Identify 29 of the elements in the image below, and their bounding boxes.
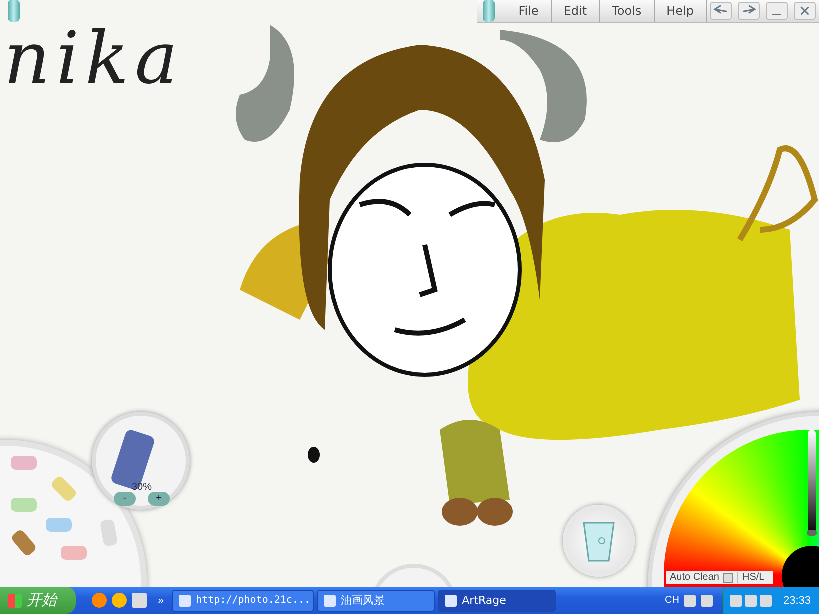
handwritten-text: nika (4, 22, 184, 94)
paper-canvas[interactable]: nika File Edit Tools Help 30% - + Auto Clean HS/L (0, 0, 819, 587)
brush-size-value: 30% (132, 482, 152, 493)
language-indicator[interactable]: CH (665, 595, 680, 606)
more-button[interactable]: » (158, 594, 164, 606)
pin-tab[interactable] (482, 0, 495, 22)
paint-dot (308, 447, 320, 463)
taskbar-button[interactable]: ArtRage (438, 590, 556, 612)
auto-clean-checkbox[interactable] (723, 572, 734, 582)
water-panel[interactable] (563, 505, 635, 577)
close-icon[interactable] (794, 2, 816, 20)
taskbar-button[interactable]: 油画风景 (317, 590, 436, 612)
menu-item[interactable]: Tools (600, 0, 655, 22)
menu-item[interactable]: File (506, 0, 552, 22)
windows-logo-icon (8, 594, 22, 608)
menu-item[interactable]: Help (654, 0, 707, 22)
hsl-button[interactable]: HS/L (737, 572, 769, 583)
clock: 23:33 (783, 594, 811, 606)
lightness-slider[interactable] (808, 430, 816, 536)
pin-tab[interactable] (8, 0, 20, 22)
redo-icon[interactable] (738, 2, 760, 20)
undo-icon[interactable] (710, 2, 732, 20)
decrease-button[interactable]: - (114, 492, 136, 506)
increase-button[interactable]: + (148, 492, 170, 506)
minimize-icon[interactable] (766, 2, 788, 20)
taskbar-button[interactable]: http://photo.21c... (172, 590, 314, 612)
auto-clean-label: Auto Clean (670, 572, 720, 583)
menu-item[interactable]: Edit (552, 0, 600, 22)
slider-thumb[interactable] (807, 530, 817, 536)
